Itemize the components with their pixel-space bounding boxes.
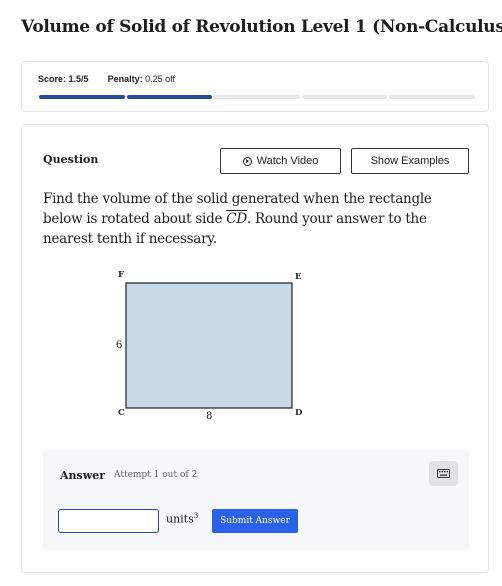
progress-segment (301, 95, 388, 99)
attempt-counter: Attempt 1 out of 2 (114, 470, 198, 480)
height-label: 6 (116, 340, 123, 351)
units-label: units3 (166, 512, 198, 526)
vertex-e-label: E (295, 272, 302, 282)
progress-segment (214, 95, 300, 99)
score-label: Score: (38, 74, 67, 84)
progress-segment (39, 95, 125, 99)
width-label: 8 (206, 411, 213, 422)
keyboard-button[interactable] (429, 461, 458, 486)
question-label: Question (43, 153, 99, 166)
rotation-side: CD (226, 211, 247, 227)
show-examples-label: Show Examples (370, 155, 450, 167)
vertex-c-label: C (118, 408, 125, 418)
problem-text: Find the volume of the solid generated w… (43, 189, 463, 249)
vertex-f-label: F (118, 270, 125, 280)
question-card: Question Watch Video Show Examples Find … (21, 124, 489, 573)
submit-answer-button[interactable]: Submit Answer (212, 509, 298, 533)
answer-label: Answer (60, 469, 105, 482)
answer-input[interactable] (58, 509, 159, 533)
units-text: units (166, 512, 194, 526)
keyboard-icon (437, 469, 450, 478)
answer-panel: Answer Attempt 1 out of 2 units3 Submit … (43, 450, 469, 550)
page-title: Volume of Solid of Revolution Level 1 (N… (21, 17, 502, 37)
watch-video-button[interactable]: Watch Video (220, 148, 341, 174)
rectangle-diagram (125, 282, 293, 409)
penalty-label: Penalty: (107, 74, 143, 84)
progress-segment (389, 95, 475, 99)
progress-bar (39, 95, 475, 99)
rectangle-shape (125, 282, 293, 409)
score-row: Score: 1.5/5 Penalty: 0.25 off (38, 74, 175, 84)
play-circle-icon (242, 156, 252, 166)
score-value: 1.5/5 (68, 74, 89, 84)
units-exponent: 3 (193, 512, 199, 520)
vertex-d-label: D (295, 408, 303, 418)
watch-video-label: Watch Video (256, 155, 319, 167)
rectangle-figure: F E C D 6 8 (112, 269, 312, 433)
show-examples-button[interactable]: Show Examples (351, 148, 469, 174)
penalty-value: 0.25 off (145, 74, 175, 84)
progress-segment (126, 95, 213, 99)
score-card: Score: 1.5/5 Penalty: 0.25 off (21, 61, 489, 112)
